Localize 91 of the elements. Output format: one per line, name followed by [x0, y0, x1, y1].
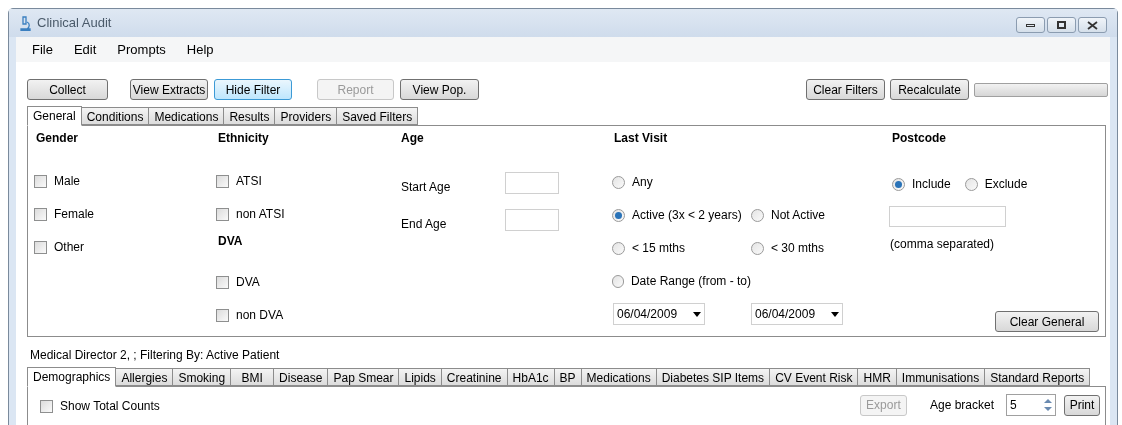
microscope-icon — [19, 15, 31, 31]
radio-button[interactable] — [892, 177, 905, 191]
tab[interactable]: HbA1c — [506, 368, 555, 386]
dva-option: non DVA — [236, 306, 284, 324]
tab[interactable]: Demographics — [27, 367, 117, 387]
toolbar-button[interactable]: View Extracts — [130, 79, 208, 100]
window-title: Clinical Audit — [37, 14, 112, 33]
age-field[interactable] — [505, 209, 559, 231]
radio-button[interactable] — [612, 175, 625, 189]
last-visit-option: Not Active — [771, 206, 826, 224]
gender-option: Male — [54, 172, 80, 190]
tab[interactable]: Immunisations — [895, 368, 986, 386]
last-visit-option: Date Range (from - to) — [630, 272, 751, 290]
age-field[interactable] — [505, 172, 559, 194]
menu-item[interactable]: Help — [186, 39, 214, 60]
postcode-option: Exclude — [984, 175, 1028, 193]
toolbar-button[interactable]: Collect — [27, 79, 108, 100]
tab[interactable]: Standard Reports — [984, 368, 1091, 386]
tab[interactable]: Pap Smear — [327, 368, 400, 386]
section-heading: Last Visit — [614, 130, 669, 147]
tab[interactable]: BMI — [230, 368, 275, 386]
tab[interactable]: Saved Filters — [336, 107, 419, 125]
checkbox[interactable] — [216, 207, 229, 221]
radio-button[interactable] — [964, 177, 978, 191]
menu-item[interactable]: Edit — [73, 39, 97, 60]
tab[interactable]: Diabetes SIP Items — [655, 368, 771, 386]
postcode-option: Include — [912, 175, 951, 193]
dropdown-caret-icon — [831, 311, 839, 317]
clear-general-button[interactable]: Clear General — [995, 311, 1099, 332]
tab[interactable]: Medications — [580, 368, 657, 386]
toolbar-button[interactable]: Recalculate — [890, 79, 969, 100]
last-visit-option: < 30 mths — [771, 239, 825, 257]
section-heading: Ethnicity — [218, 130, 270, 147]
tab[interactable]: Disease — [273, 368, 329, 386]
age-label: End Age — [401, 216, 448, 233]
tab[interactable]: Creatinine — [440, 368, 508, 386]
print-button[interactable]: Print — [1064, 394, 1100, 416]
ethnicity-option: non ATSI — [236, 205, 285, 223]
checkbox[interactable] — [216, 174, 229, 188]
date-picker[interactable]: 06/04/2009 — [613, 303, 705, 325]
age-label: Start Age — [401, 179, 452, 196]
ethnicity-option: ATSI — [236, 172, 262, 190]
status-text: Medical Director 2, ; Filtering By: Active Patient — [30, 347, 281, 364]
show-total-counts-label: Show Total Counts — [60, 398, 160, 415]
gender-option: Female — [54, 205, 94, 223]
tab[interactable]: BP — [553, 368, 582, 386]
age-bracket-label: Age bracket — [929, 397, 994, 414]
tab[interactable]: Conditions — [80, 107, 150, 125]
last-visit-option: Active (3x < 2 years) — [632, 206, 742, 224]
checkbox[interactable] — [40, 399, 53, 413]
postcode-field[interactable] — [889, 206, 1006, 227]
checkbox[interactable] — [34, 207, 47, 221]
tab[interactable]: Medications — [148, 107, 225, 125]
age-bracket-spinner[interactable]: 5 — [1006, 394, 1056, 416]
date-picker[interactable]: 06/04/2009 — [751, 303, 843, 325]
radio-button[interactable] — [612, 274, 624, 288]
tab[interactable]: Lipids — [398, 368, 442, 386]
tab[interactable]: Allergies — [115, 368, 174, 386]
radio-button[interactable] — [612, 241, 625, 255]
last-visit-option: < 15 mths — [632, 239, 686, 257]
close-button[interactable] — [1078, 17, 1107, 33]
toolbar-button[interactable]: Clear Filters — [806, 79, 885, 100]
tab[interactable]: Results — [223, 107, 276, 125]
menu-item[interactable]: File — [32, 39, 53, 60]
toolbar-button[interactable]: Hide Filter — [214, 79, 292, 100]
dropdown-caret-icon — [693, 311, 701, 317]
dva-option: DVA — [236, 273, 260, 291]
close-icon — [1087, 20, 1098, 30]
checkbox[interactable] — [34, 240, 47, 254]
radio-button[interactable] — [751, 208, 764, 222]
section-heading: DVA — [218, 233, 244, 250]
tab[interactable]: General — [27, 106, 82, 126]
radio-button[interactable] — [751, 241, 764, 255]
tab[interactable]: HMR — [857, 368, 897, 386]
checkbox[interactable] — [216, 308, 229, 322]
menu-item[interactable]: Prompts — [117, 39, 166, 60]
section-heading: Age — [401, 130, 425, 147]
gender-option: Other — [54, 238, 84, 256]
radio-button[interactable] — [612, 208, 625, 222]
section-heading: Postcode — [892, 130, 947, 147]
minimize-button[interactable] — [1016, 17, 1045, 33]
tab[interactable]: Providers — [274, 107, 338, 125]
postcode-hint: (comma separated) — [890, 236, 996, 253]
tab[interactable]: Smoking — [172, 368, 232, 386]
maximize-button[interactable] — [1047, 17, 1076, 33]
last-visit-option: Any — [632, 173, 653, 191]
section-heading: Gender — [36, 130, 79, 147]
checkbox[interactable] — [34, 174, 47, 188]
checkbox[interactable] — [216, 275, 229, 289]
toolbar-button[interactable]: View Pop. — [400, 79, 479, 100]
tab[interactable]: CV Event Risk — [769, 368, 859, 386]
